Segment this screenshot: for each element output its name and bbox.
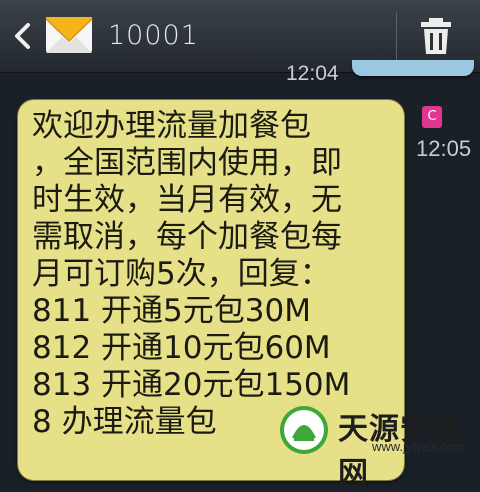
header-divider bbox=[396, 12, 397, 60]
sim-badge: C bbox=[422, 106, 442, 128]
message-line: 欢迎办理流量加餐包 bbox=[32, 108, 311, 144]
back-arrow-icon[interactable] bbox=[8, 18, 36, 54]
message-body: 欢迎办理流量加餐包 ，全国范围内使用，即 时生效，当月有效，无 需取消，每个加餐… bbox=[32, 108, 398, 441]
conversation-title: 10001 bbox=[108, 20, 199, 51]
watermark-url: www.jytyaz.com bbox=[372, 439, 465, 454]
message-time: 12:05 bbox=[416, 136, 472, 161]
previous-message-bubble[interactable] bbox=[352, 60, 474, 76]
envelope-icon bbox=[44, 13, 94, 57]
message-line: ，全国范围内使用，即 bbox=[32, 145, 342, 181]
message-line: 813 开通20元包150M bbox=[32, 367, 351, 403]
message-line: 需取消，每个加餐包每 bbox=[32, 219, 342, 255]
watermark-logo bbox=[278, 404, 330, 456]
message-line: 812 开通10元包60M bbox=[32, 330, 331, 366]
previous-message-time: 12:04 bbox=[286, 62, 339, 85]
message-line: 811 开通5元包30M bbox=[32, 293, 311, 329]
trash-icon[interactable] bbox=[414, 14, 458, 58]
message-line: 时生效，当月有效，无 bbox=[32, 182, 342, 218]
message-line: 月可订购5次，回复： bbox=[32, 256, 331, 292]
